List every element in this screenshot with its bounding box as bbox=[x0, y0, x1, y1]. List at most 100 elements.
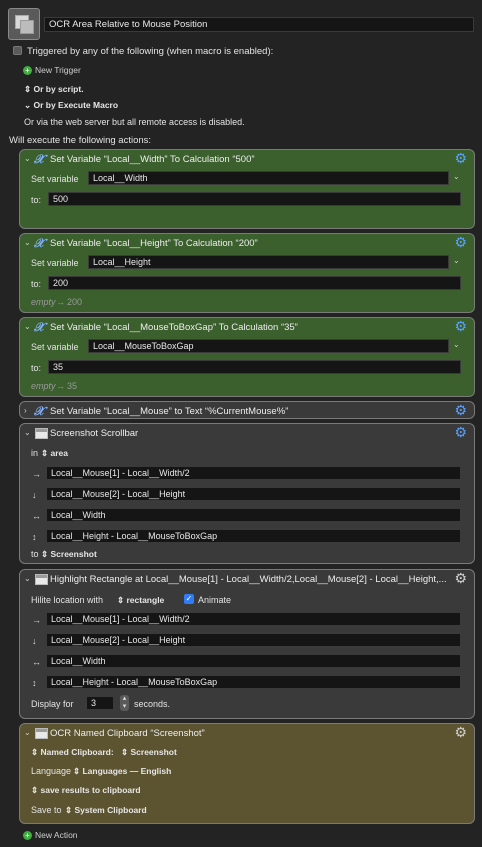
top-field[interactable]: Local__Mouse[2] - Local__Height bbox=[46, 633, 461, 647]
macro-name-field[interactable]: OCR Area Relative to Mouse Position bbox=[44, 17, 474, 32]
gear-icon[interactable]: ⚙ bbox=[454, 235, 467, 249]
macro-icon[interactable] bbox=[8, 8, 40, 40]
chevron-down-icon[interactable]: ⌄ bbox=[24, 428, 31, 437]
variable-name-field[interactable]: Local__MouseToBoxGap bbox=[88, 339, 449, 353]
area-value: area bbox=[50, 448, 68, 458]
to-label: to: bbox=[31, 195, 42, 205]
action-set-width[interactable]: ⌄ 𝒳 Set Variable “Local__Width” To Calcu… bbox=[19, 149, 475, 229]
width-field[interactable]: Local__Width bbox=[46, 654, 461, 668]
variable-name-field[interactable]: Local__Height bbox=[88, 255, 449, 269]
action-set-height[interactable]: ⌄ 𝒳 Set Variable “Local__Height” To Calc… bbox=[19, 233, 475, 313]
shape-popup[interactable]: ⇕ rectangle bbox=[117, 595, 164, 606]
to-value-field[interactable]: 500 bbox=[48, 192, 461, 206]
language-value: Languages — English bbox=[82, 766, 172, 776]
action-screenshot[interactable]: ⌄ Screenshot Scrollbar ⚙ in ⇕ area → Loc… bbox=[19, 423, 475, 564]
action-title: Set Variable “Local__Mouse” to Text “%Cu… bbox=[50, 406, 289, 417]
action-title: Set Variable “Local__Width” To Calculati… bbox=[50, 154, 255, 165]
plus-icon: + bbox=[23, 831, 32, 841]
display-duration-field[interactable]: 3 bbox=[86, 696, 114, 710]
animate-checkbox[interactable]: ✓ bbox=[184, 594, 194, 604]
gear-icon[interactable]: ⚙ bbox=[454, 425, 467, 439]
set-variable-label: Set variable bbox=[31, 342, 79, 352]
chevron-down-icon[interactable]: ⌄ bbox=[453, 340, 460, 349]
top-field[interactable]: Local__Mouse[2] - Local__Height bbox=[46, 487, 461, 501]
gear-icon[interactable]: ⚙ bbox=[454, 725, 467, 739]
new-action-button[interactable]: + New Action bbox=[23, 830, 78, 841]
variable-x-icon: 𝒳 bbox=[34, 152, 45, 166]
left-field[interactable]: Local__Mouse[1] - Local__Width/2 bbox=[46, 466, 461, 480]
language-label: Language bbox=[31, 766, 72, 776]
action-ocr[interactable]: ⌄ OCR Named Clipboard “Screenshot” ⚙ ⇕ N… bbox=[19, 723, 475, 824]
width-field[interactable]: Local__Width bbox=[46, 508, 461, 522]
height-field[interactable]: Local__Height - Local__MouseToBoxGap bbox=[46, 529, 461, 543]
triggers-header: Triggered by any of the following (when … bbox=[27, 46, 274, 57]
clipboard-type-popup[interactable]: ⇕ Named Clipboard: bbox=[31, 747, 114, 758]
chevron-down-icon[interactable]: ⌄ bbox=[24, 154, 31, 163]
gear-icon[interactable]: ⚙ bbox=[454, 403, 467, 417]
area-popup[interactable]: ⇕ area bbox=[41, 448, 68, 459]
window-icon bbox=[35, 574, 48, 585]
set-variable-label: Set variable bbox=[31, 174, 79, 184]
action-title: Set Variable “Local__Height” To Calculat… bbox=[50, 238, 258, 249]
gear-icon[interactable]: ⚙ bbox=[454, 571, 467, 585]
in-label: in bbox=[31, 448, 39, 458]
action-title: OCR Named Clipboard “Screenshot” bbox=[50, 728, 205, 739]
by-execute-toggle[interactable]: ⌄ Or by Execute Macro bbox=[24, 100, 118, 111]
chevron-down-icon[interactable]: ⌄ bbox=[24, 728, 31, 737]
to-value-field[interactable]: 35 bbox=[48, 360, 461, 374]
hilite-label: Hilite location with bbox=[31, 595, 104, 605]
chevron-right-icon[interactable]: › bbox=[24, 406, 27, 415]
display-for-label: Display for bbox=[31, 699, 74, 709]
result-arrow-icon: → bbox=[56, 381, 65, 391]
by-execute-label: Or by Execute Macro bbox=[33, 100, 119, 110]
clipboard-name-value: Screenshot bbox=[130, 747, 177, 757]
new-action-label: New Action bbox=[35, 830, 78, 840]
save-option-popup[interactable]: ⇕ save results to clipboard bbox=[31, 785, 141, 796]
chevron-down-icon[interactable]: ⌄ bbox=[453, 172, 460, 181]
action-set-mouse[interactable]: › 𝒳 Set Variable “Local__Mouse” to Text … bbox=[19, 401, 475, 419]
save-to-value: System Clipboard bbox=[74, 805, 147, 815]
by-script-toggle[interactable]: ⇕ Or by script. bbox=[24, 84, 84, 95]
action-set-gap[interactable]: ⌄ 𝒳 Set Variable “Local__MouseToBoxGap” … bbox=[19, 317, 475, 397]
to-label: to bbox=[31, 549, 39, 559]
height-arrow-icon: ↕ bbox=[32, 678, 37, 688]
variable-x-icon: 𝒳 bbox=[34, 236, 45, 250]
to-value-field[interactable]: 200 bbox=[48, 276, 461, 290]
action-highlight[interactable]: ⌄ Highlight Rectangle at Local__Mouse[1]… bbox=[19, 569, 475, 719]
web-server-text: Or via the web server but all remote acc… bbox=[24, 117, 245, 127]
left-field[interactable]: Local__Mouse[1] - Local__Width/2 bbox=[46, 612, 461, 626]
arrow-right-icon: → bbox=[32, 469, 41, 479]
shape-value: rectangle bbox=[126, 595, 165, 605]
chevron-down-icon[interactable]: ⌄ bbox=[453, 256, 460, 265]
language-popup[interactable]: ⇕ Languages — English bbox=[73, 766, 171, 777]
width-arrow-icon: ↔ bbox=[32, 657, 41, 667]
chevron-down-icon[interactable]: ⌄ bbox=[24, 574, 31, 583]
variable-name-field[interactable]: Local__Width bbox=[88, 171, 449, 185]
save-option-value: save results to clipboard bbox=[40, 785, 141, 795]
clipboard-name-popup[interactable]: ⇕ Screenshot bbox=[121, 747, 177, 758]
triggered-checkbox[interactable] bbox=[13, 46, 22, 55]
clipboard-popup[interactable]: ⇕ Screenshot bbox=[41, 549, 97, 560]
chevron-down-icon[interactable]: ⌄ bbox=[24, 322, 31, 331]
empty-label: empty bbox=[31, 297, 56, 307]
by-script-label: Or by script. bbox=[33, 84, 84, 94]
empty-label: empty bbox=[31, 381, 56, 391]
new-trigger-button[interactable]: + New Trigger bbox=[23, 65, 81, 76]
chevron-down-icon[interactable]: ⌄ bbox=[24, 238, 31, 247]
gear-icon[interactable]: ⚙ bbox=[454, 319, 467, 333]
height-field[interactable]: Local__Height - Local__MouseToBoxGap bbox=[46, 675, 461, 689]
window-icon bbox=[35, 728, 48, 739]
result-value: 35 bbox=[67, 381, 78, 391]
action-title: Highlight Rectangle at Local__Mouse[1] -… bbox=[50, 574, 447, 585]
gear-icon[interactable]: ⚙ bbox=[454, 151, 467, 165]
variable-x-icon: 𝒳 bbox=[34, 404, 45, 418]
will-execute-text: Will execute the following actions: bbox=[9, 135, 152, 146]
save-to-popup[interactable]: ⇕ System Clipboard bbox=[65, 805, 147, 816]
arrow-down-icon: ↓ bbox=[32, 490, 37, 500]
clipboard-value: Screenshot bbox=[50, 549, 97, 559]
updown-chevron-icon: ⇕ bbox=[24, 84, 32, 94]
height-arrow-icon: ↕ bbox=[32, 532, 37, 542]
clipboard-type-label: Named Clipboard: bbox=[40, 747, 114, 757]
stepper-icon[interactable]: ▴ ▾ bbox=[120, 695, 129, 711]
plus-icon: + bbox=[23, 66, 32, 76]
